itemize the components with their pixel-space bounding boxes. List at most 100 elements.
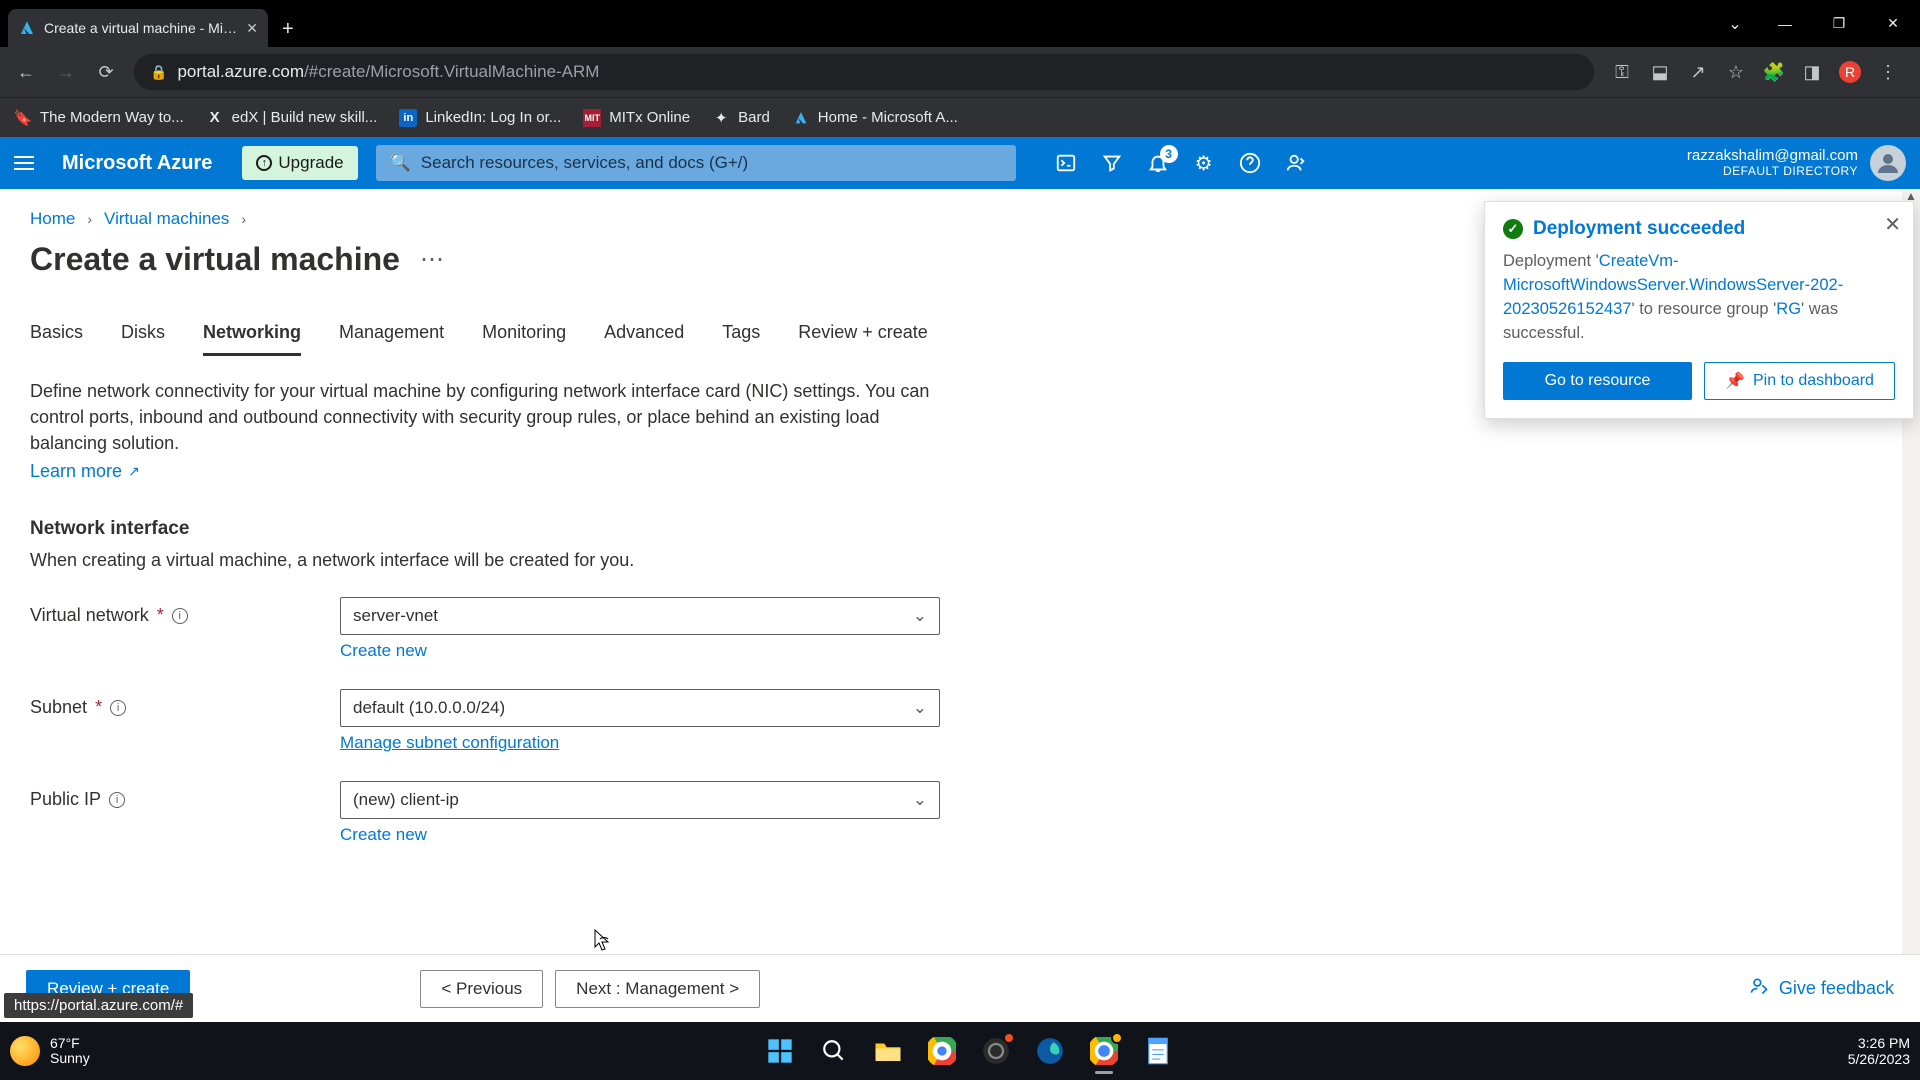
bookmark-star-icon[interactable]: ☆ [1718,54,1754,90]
give-feedback-link[interactable]: Give feedback [1749,976,1894,1001]
browser-tab-title: Create a virtual machine - Micros [44,20,238,36]
browser-status-bar: https://portal.azure.com/# [4,993,193,1018]
help-icon[interactable] [1238,151,1262,175]
breadcrumb-home[interactable]: Home [30,209,75,229]
manage-subnet-link[interactable]: Manage subnet configuration [340,733,940,753]
field-virtual-network: Virtual network * i server-vnet ⌄ Create… [30,597,1890,661]
vnet-create-new-link[interactable]: Create new [340,641,940,661]
learn-more-link[interactable]: Learn more ↗ [30,458,140,484]
browser-back-button[interactable]: ← [8,54,44,90]
chevron-right-icon: › [241,211,246,227]
tab-disks[interactable]: Disks [121,322,165,356]
breadcrumb-vms[interactable]: Virtual machines [104,209,229,229]
tab-basics[interactable]: Basics [30,322,83,356]
portal-menu-button[interactable] [14,149,42,177]
profile-avatar-icon[interactable]: R [1832,54,1868,90]
go-to-resource-button[interactable]: Go to resource [1503,362,1692,400]
file-explorer-icon[interactable] [871,1034,905,1068]
install-app-icon[interactable]: ⬓ [1642,54,1678,90]
browser-forward-button[interactable]: → [48,54,84,90]
tab-review[interactable]: Review + create [798,322,928,356]
bookmark-item[interactable]: Home - Microsoft A... [792,109,958,127]
browser-reload-button[interactable]: ⟳ [88,54,124,90]
section-heading: Network interface [30,518,1890,540]
url-input[interactable]: 🔒 portal.azure.com/#create/Microsoft.Vir… [134,54,1594,90]
tab-management[interactable]: Management [339,322,444,356]
vnet-dropdown[interactable]: server-vnet ⌄ [340,597,940,635]
toast-title: Deployment succeeded [1533,218,1745,240]
previous-button[interactable]: < Previous [420,970,543,1008]
edge-icon[interactable] [1033,1034,1067,1068]
info-icon[interactable]: i [109,792,125,808]
portal-search-input[interactable]: 🔍 Search resources, services, and docs (… [376,145,1016,181]
feedback-icon[interactable] [1284,151,1308,175]
bookmark-label: LinkedIn: Log In or... [425,109,561,126]
search-placeholder: Search resources, services, and docs (G+… [421,153,748,173]
extensions-icon[interactable]: 🧩 [1756,54,1792,90]
bookmark-favicon-icon: X [206,109,224,127]
obs-icon[interactable] [979,1034,1013,1068]
system-clock[interactable]: 3:26 PM 5/26/2023 [1848,1035,1910,1067]
pin-icon: 📌 [1725,371,1745,391]
account-menu[interactable]: razzakshalim@gmail.com DEFAULT DIRECTORY [1687,145,1906,181]
tab-advanced[interactable]: Advanced [604,322,684,356]
field-public-ip: Public IP i (new) client-ip ⌄ Create new [30,781,1890,845]
tab-overflow-icon[interactable]: ⌄ [1712,0,1758,47]
directory-filter-icon[interactable] [1100,151,1124,175]
taskbar-weather[interactable]: 67°F Sunny [10,1036,90,1067]
upgrade-button[interactable]: ↑ Upgrade [242,146,357,180]
browser-tab-active[interactable]: Create a virtual machine - Micros ✕ [8,9,268,47]
info-icon[interactable]: i [172,608,188,624]
share-icon[interactable]: ↗ [1680,54,1716,90]
toast-close-button[interactable]: ✕ [1884,212,1901,237]
bookmark-item[interactable]: 🔖 The Modern Way to... [14,109,184,127]
bookmark-item[interactable]: in LinkedIn: Log In or... [399,109,561,127]
new-tab-button[interactable]: + [268,18,308,41]
cloud-shell-icon[interactable] [1054,151,1078,175]
weather-condition: Sunny [50,1051,90,1066]
bookmark-item[interactable]: ✦ Bard [712,109,770,127]
account-directory: DEFAULT DIRECTORY [1687,165,1858,178]
publicip-create-new-link[interactable]: Create new [340,825,940,845]
tab-monitoring[interactable]: Monitoring [482,322,566,356]
bookmark-item[interactable]: MIT MITx Online [583,109,690,127]
window-maximize-icon[interactable]: ❐ [1812,0,1866,47]
toast-rg-link[interactable]: RG [1776,300,1801,318]
window-close-icon[interactable]: ✕ [1866,0,1920,47]
chrome-menu-icon[interactable]: ⋮ [1870,54,1906,90]
notepad-icon[interactable] [1141,1034,1175,1068]
tab-tags[interactable]: Tags [722,322,760,356]
azure-favicon-icon [18,19,36,37]
notification-dot-icon [1003,1032,1015,1044]
settings-gear-icon[interactable]: ⚙ [1192,151,1216,175]
chevron-down-icon: ⌄ [913,790,927,810]
chrome-active-icon[interactable] [1087,1034,1121,1068]
next-button[interactable]: Next : Management > [555,970,760,1008]
clock-date: 5/26/2023 [1848,1051,1910,1067]
weather-temp: 67°F [50,1036,90,1051]
start-button[interactable] [763,1034,797,1068]
pin-to-dashboard-button[interactable]: 📌 Pin to dashboard [1704,362,1895,400]
feedback-person-icon [1749,976,1769,1001]
publicip-dropdown[interactable]: (new) client-ip ⌄ [340,781,940,819]
window-minimize-icon[interactable]: ― [1758,0,1812,47]
notification-count-badge: 3 [1160,145,1178,163]
chrome-icon[interactable] [925,1034,959,1068]
page-actions-menu[interactable]: ⋯ [420,245,444,274]
password-key-icon[interactable]: ⚿ [1604,54,1640,90]
close-tab-icon[interactable]: ✕ [246,20,258,37]
taskbar-search-icon[interactable] [817,1034,851,1068]
tab-networking[interactable]: Networking [203,322,301,356]
bookmark-label: MITx Online [609,109,690,126]
notifications-icon[interactable]: 3 [1146,151,1170,175]
sidepanel-icon[interactable]: ◨ [1794,54,1830,90]
toast-message: Deployment 'CreateVm-MicrosoftWindowsSer… [1503,250,1895,346]
bookmarks-bar: 🔖 The Modern Way to... X edX | Build new… [0,97,1920,137]
bookmark-item[interactable]: X edX | Build new skill... [206,109,378,127]
info-icon[interactable]: i [110,700,126,716]
publicip-label: Public IP [30,789,101,810]
chevron-right-icon: › [87,211,92,227]
subnet-dropdown[interactable]: default (10.0.0.0/24) ⌄ [340,689,940,727]
wizard-footer: Review + create < Previous Next : Manage… [0,954,1920,1022]
azure-brand-link[interactable]: Microsoft Azure [62,152,212,175]
